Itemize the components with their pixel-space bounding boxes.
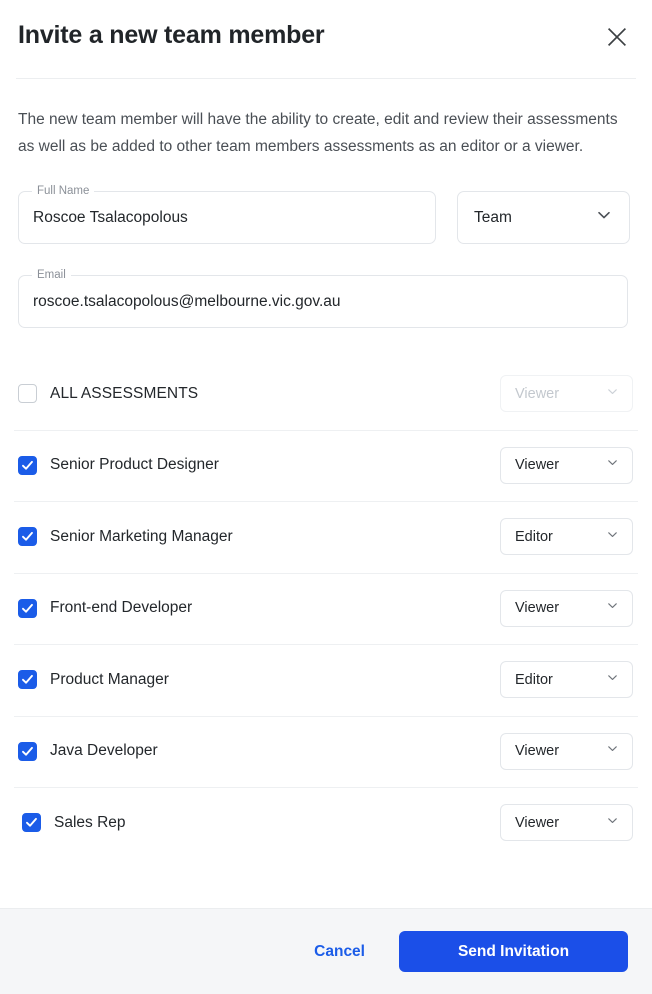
dialog-body: The new team member will have the abilit… (0, 79, 652, 908)
email-row: Email (0, 244, 652, 328)
assessment-row-left: Product Manager (18, 670, 500, 690)
email-field[interactable]: Email (18, 268, 628, 328)
role-select-value: Viewer (515, 385, 560, 402)
dialog-description: The new team member will have the abilit… (18, 111, 618, 155)
name-team-row: Full Name Team (0, 160, 652, 244)
role-select[interactable]: Viewer (500, 804, 633, 842)
assessment-row-left: Sales Rep (22, 813, 500, 833)
role-select-value: Viewer (515, 457, 560, 474)
role-select: Viewer (500, 375, 633, 413)
checkbox-checked[interactable] (18, 527, 37, 547)
assessment-row: Senior Marketing Manager Editor (0, 501, 652, 573)
role-select[interactable]: Viewer (500, 446, 633, 484)
assessment-row-left: Front-end Developer (18, 598, 500, 618)
assessment-label: Senior Marketing Manager (50, 527, 233, 545)
assessment-label: ALL ASSESSMENTS (50, 384, 199, 402)
role-select-value: Editor (515, 671, 553, 688)
assessment-row-left: ALL ASSESSMENTS (18, 384, 500, 404)
assessment-row-left: Java Developer (18, 741, 500, 761)
assessment-row: Senior Product Designer Viewer (0, 429, 652, 502)
chevron-down-icon (605, 598, 620, 618)
role-select[interactable]: Editor (500, 518, 633, 556)
assessment-label: Senior Product Designer (50, 456, 219, 474)
chevron-down-icon (605, 670, 620, 690)
checkbox-checked[interactable] (18, 455, 37, 475)
team-select-value: Team (474, 208, 512, 226)
role-select[interactable]: Editor (500, 661, 633, 699)
checkbox-checked[interactable] (22, 813, 41, 833)
chevron-down-icon (605, 384, 620, 404)
close-button[interactable] (600, 20, 634, 54)
assessment-row: ALL ASSESSMENTS Viewer (0, 358, 652, 430)
email-input[interactable] (19, 292, 627, 311)
checkbox-unchecked[interactable] (18, 384, 37, 404)
dialog-footer: Cancel Send Invitation (0, 908, 652, 994)
cancel-button[interactable]: Cancel (300, 933, 379, 971)
checkbox-checked[interactable] (18, 670, 37, 690)
dialog-header: Invite a new team member (0, 0, 652, 79)
assessment-label: Java Developer (50, 742, 158, 760)
role-select-value: Viewer (515, 814, 560, 831)
chevron-down-icon (605, 527, 620, 547)
chevron-down-icon (605, 813, 620, 833)
checkbox-checked[interactable] (18, 598, 37, 618)
full-name-input[interactable] (19, 208, 435, 227)
assessment-label: Sales Rep (54, 813, 126, 831)
role-select[interactable]: Viewer (500, 732, 633, 770)
role-select-value: Editor (515, 528, 553, 545)
chevron-down-icon (595, 206, 613, 229)
full-name-field[interactable]: Full Name (18, 184, 436, 244)
role-select[interactable]: Viewer (500, 589, 633, 627)
chevron-down-icon (605, 455, 620, 475)
close-icon (606, 26, 628, 48)
assessment-label: Product Manager (50, 670, 169, 688)
assessment-row-left: Senior Product Designer (18, 455, 500, 475)
assessment-row-left: Senior Marketing Manager (18, 527, 500, 547)
team-select[interactable]: Team (457, 191, 630, 244)
assessment-row: Product Manager Editor (0, 644, 652, 716)
assessment-list: ALL ASSESSMENTS Viewer Senior Product Desi… (0, 358, 652, 859)
full-name-label: Full Name (32, 184, 95, 198)
checkbox-checked[interactable] (18, 741, 37, 761)
send-invitation-button[interactable]: Send Invitation (399, 931, 628, 972)
invite-team-member-dialog: Invite a new team member The new team me… (0, 0, 652, 994)
email-label: Email (32, 268, 71, 282)
chevron-down-icon (605, 741, 620, 761)
assessment-row: Front-end Developer Viewer (0, 572, 652, 645)
assessment-label: Front-end Developer (50, 599, 193, 617)
role-select-value: Viewer (515, 743, 560, 760)
assessment-row: Sales Rep Viewer (0, 787, 652, 859)
page-title: Invite a new team member (18, 21, 325, 49)
role-select-value: Viewer (515, 600, 560, 617)
assessment-row: Java Developer Viewer (0, 715, 652, 788)
